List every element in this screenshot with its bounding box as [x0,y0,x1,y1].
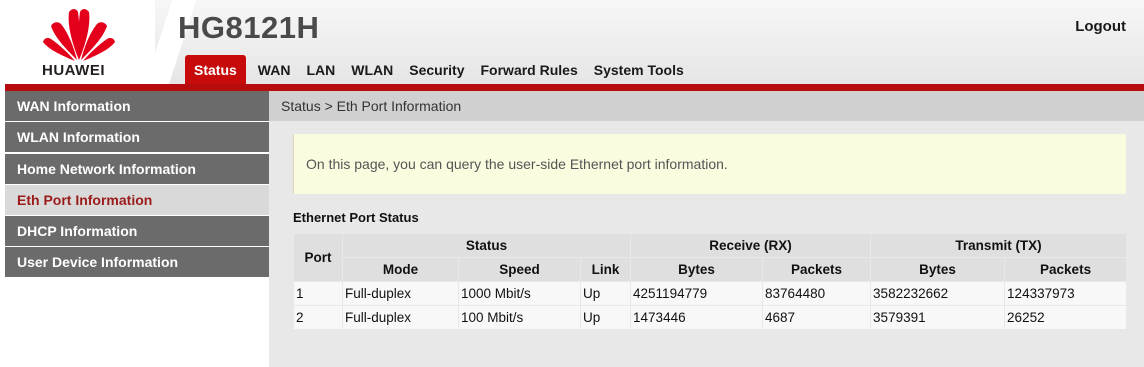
tab-forward-rules[interactable]: Forward Rules [473,55,586,84]
tab-system-tools[interactable]: System Tools [586,55,692,84]
device-model-title: HG8121H [178,10,320,45]
section-title: Ethernet Port Status [293,210,419,225]
table-row: 1 Full-duplex 1000 Mbit/s Up 4251194779 … [293,281,1128,306]
cell-tx-bytes: 3579391 [870,305,1006,330]
header-bar: HUAWEI HG8121H Logout Status WAN LAN WLA… [5,0,1144,91]
table-sub-header-row: Mode Speed Link Bytes Packets Bytes Pack… [294,257,1128,282]
cell-link: Up [579,281,632,306]
cell-tx-bytes: 3582232662 [870,281,1006,306]
tab-lan[interactable]: LAN [298,55,343,84]
col-header-rx-packets: Packets [762,257,872,282]
main-content: Status > Eth Port Information On this pa… [269,91,1144,367]
cell-mode: Full-duplex [342,281,459,306]
page-info-box: On this page, you can query the user-sid… [293,134,1126,194]
logo-area: HUAWEI [5,0,155,84]
brand-logo-text: HUAWEI [42,62,105,79]
sidebar-item-wlan-information[interactable]: WLAN Information [5,122,269,153]
cell-mode: Full-duplex [342,305,459,330]
cell-speed: 100 Mbit/s [458,305,581,330]
huawei-logo-icon [43,9,115,61]
sidebar-item-home-network-information[interactable]: Home Network Information [5,153,269,184]
tab-status[interactable]: Status [185,55,246,84]
table-group-header-row: Port Status Receive (RX) Transmit (TX) [293,233,1128,282]
col-header-tx-bytes: Bytes [870,257,1006,282]
breadcrumb: Status > Eth Port Information [269,91,1144,121]
cell-link: Up [579,305,632,330]
sidebar-item-user-device-information[interactable]: User Device Information [5,247,269,278]
cell-port: 1 [293,281,343,306]
cell-port: 2 [293,305,343,330]
sidebar: WAN Information WLAN Information Home Ne… [5,91,269,367]
col-group-receive: Receive (RX) [630,233,872,258]
cell-rx-packets: 4687 [762,305,872,330]
sidebar-item-wan-information[interactable]: WAN Information [5,91,269,121]
col-header-tx-packets: Packets [1004,257,1128,282]
tab-wlan[interactable]: WLAN [343,55,401,84]
col-header-mode: Mode [342,257,459,282]
logout-link[interactable]: Logout [1075,18,1126,35]
col-group-status: Status [341,233,632,258]
sidebar-item-dhcp-information[interactable]: DHCP Information [5,216,269,247]
cell-tx-packets: 26252 [1004,305,1128,330]
cell-rx-packets: 83764480 [762,281,872,306]
col-header-port: Port [293,233,343,282]
tab-security[interactable]: Security [401,55,472,84]
main-nav-tabs: Status WAN LAN WLAN Security Forward Rul… [185,55,692,84]
cell-speed: 1000 Mbit/s [458,281,581,306]
cell-rx-bytes: 4251194779 [630,281,764,306]
col-group-transmit: Transmit (TX) [870,233,1128,258]
cell-rx-bytes: 1473446 [630,305,764,330]
col-header-rx-bytes: Bytes [630,257,764,282]
table-row: 2 Full-duplex 100 Mbit/s Up 1473446 4687… [293,305,1128,330]
header-accent-bar [5,84,1144,91]
col-header-link: Link [579,257,632,282]
col-header-speed: Speed [458,257,581,282]
tab-wan[interactable]: WAN [250,55,299,84]
ethernet-port-status-table: Port Status Receive (RX) Transmit (TX) M… [293,233,1128,330]
cell-tx-packets: 124337973 [1004,281,1128,306]
sidebar-item-eth-port-information[interactable]: Eth Port Information [5,184,269,215]
